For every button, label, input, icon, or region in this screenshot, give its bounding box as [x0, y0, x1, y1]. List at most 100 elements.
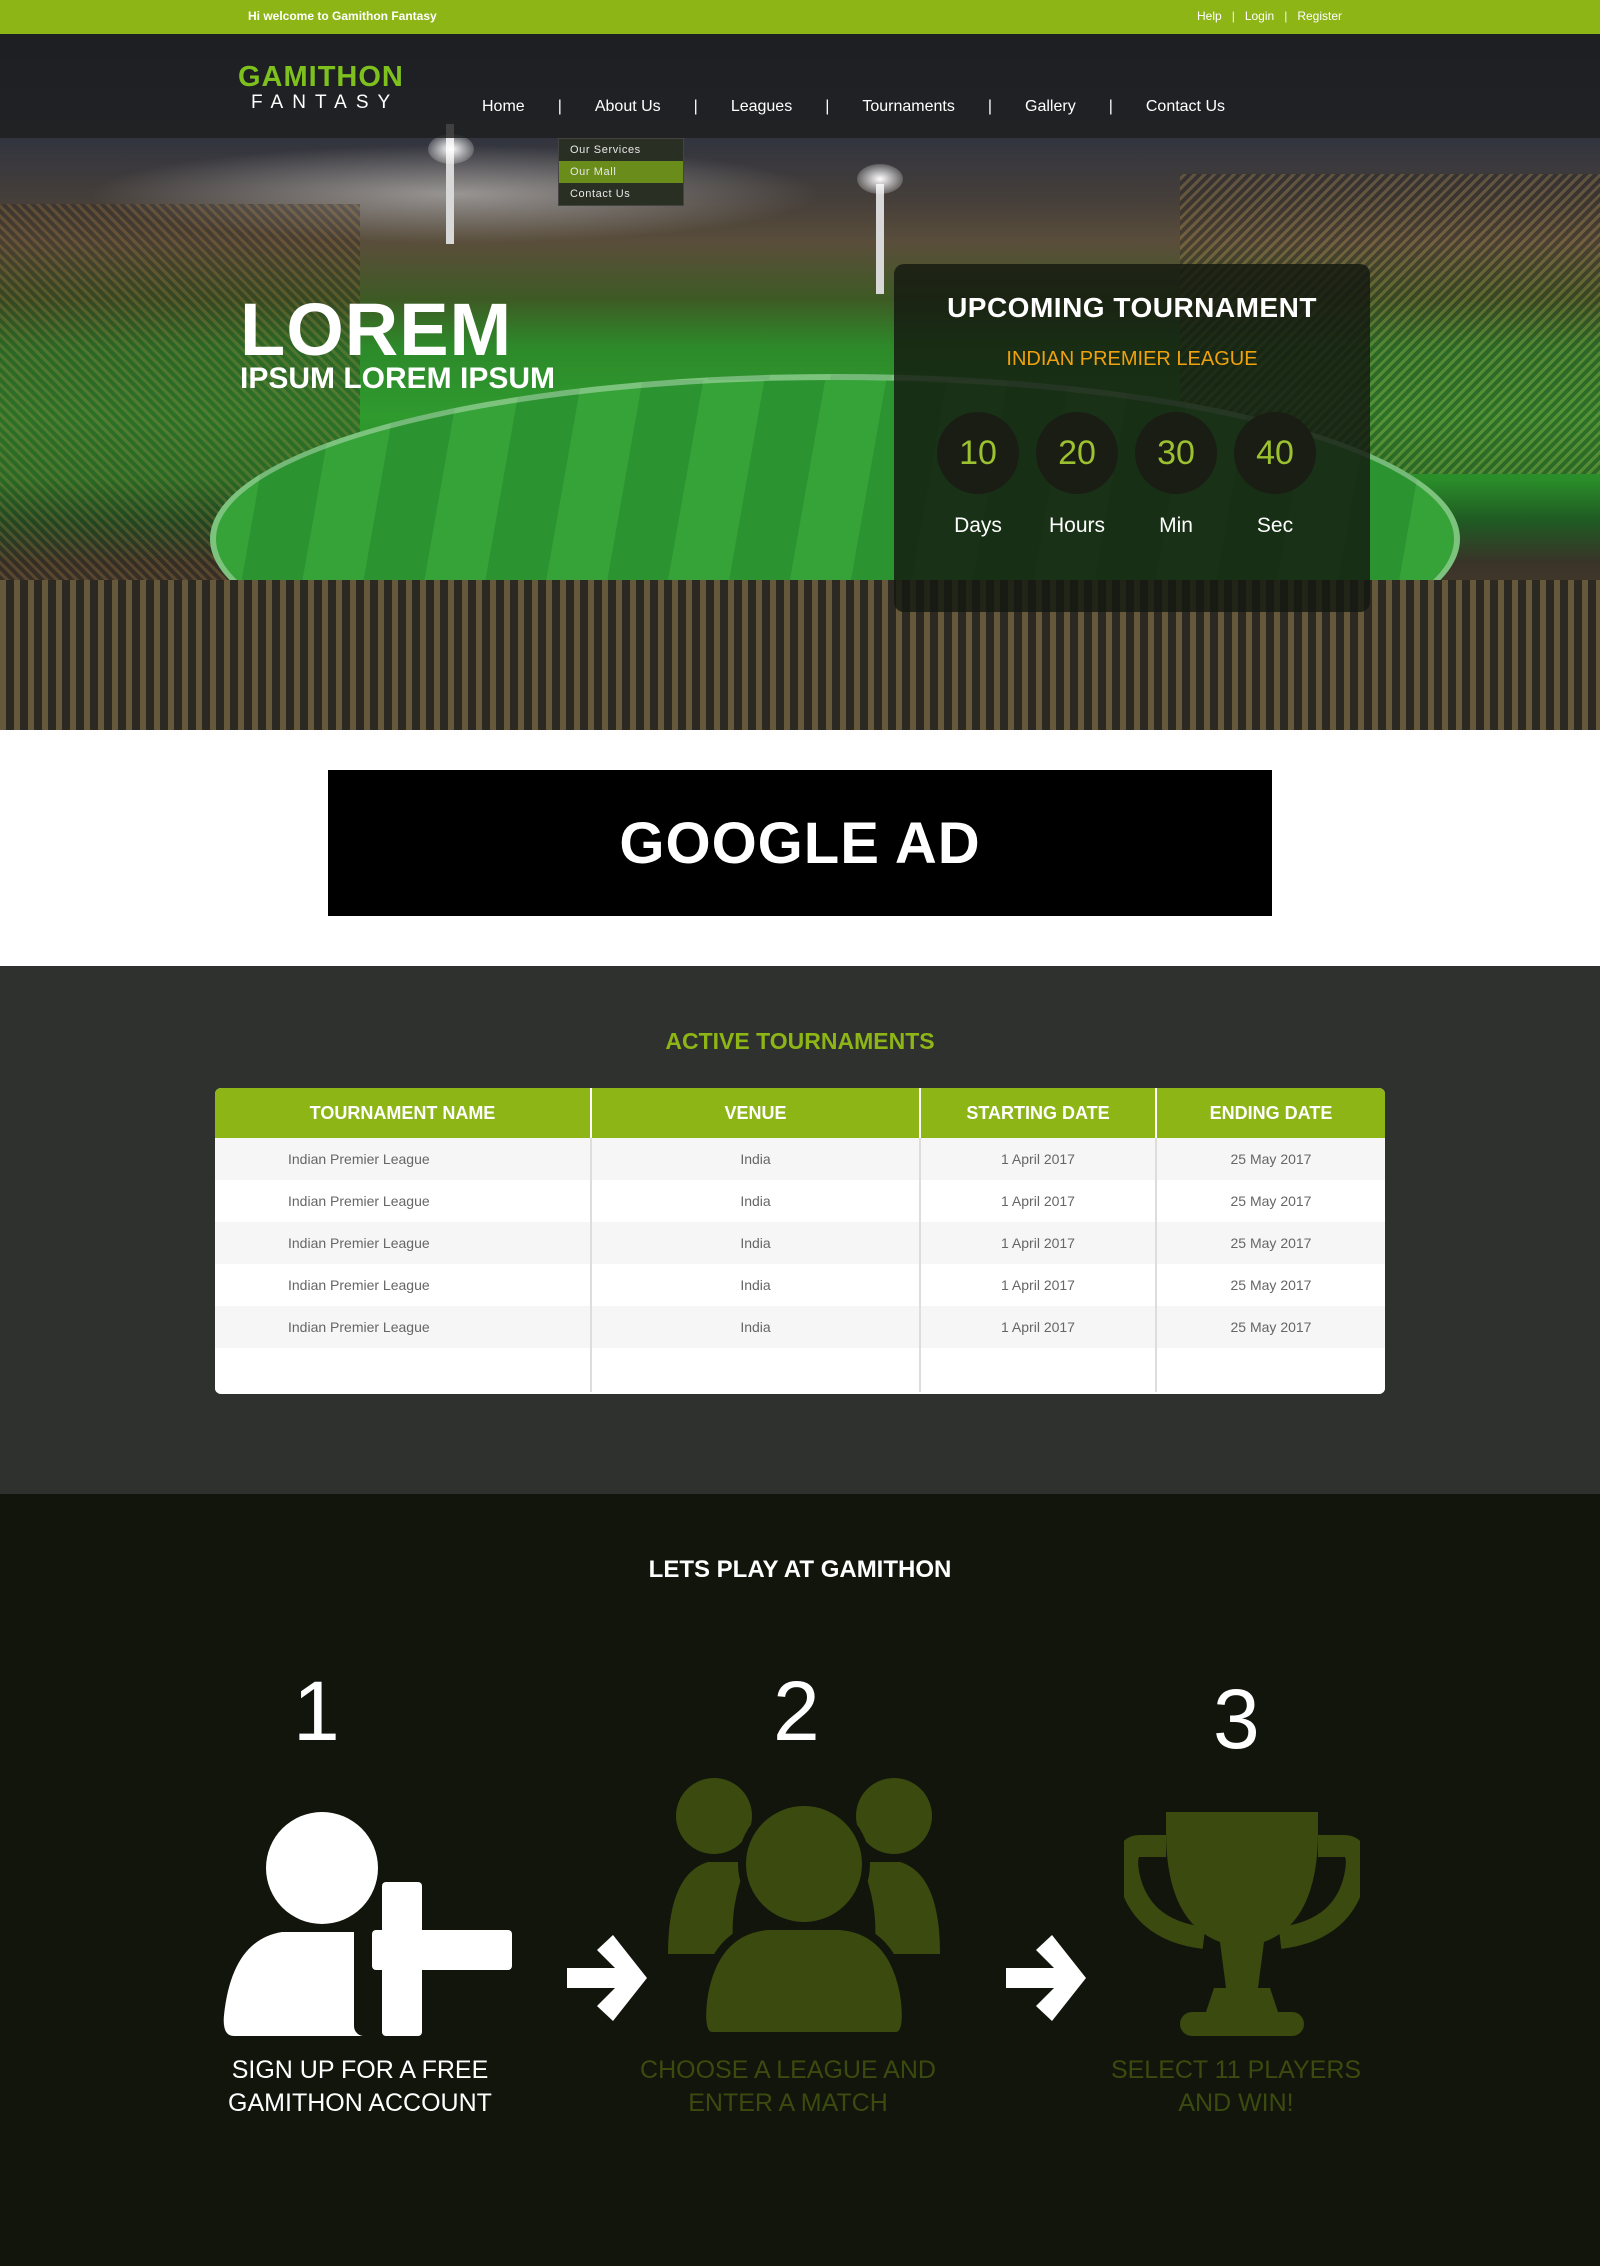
countdown-heading: UPCOMING TOURNAMENT	[947, 292, 1317, 323]
active-tournaments-section: ACTIVE TOURNAMENTS TOURNAMENT NAME VENUE…	[0, 966, 1600, 1494]
logo-wordmark: GAMITHON	[238, 61, 404, 93]
venue: India	[591, 1306, 921, 1348]
nav-contact[interactable]: Contact Us	[1146, 98, 1225, 116]
group-icon	[668, 1778, 940, 2036]
countdown-value: 30	[1135, 412, 1217, 494]
google-ad-banner[interactable]: GOOGLE AD	[328, 770, 1272, 916]
countdown-value: 10	[937, 412, 1019, 494]
separator: |	[1284, 9, 1288, 23]
empty-cell	[920, 1348, 1157, 1392]
dropdown-item-our-services[interactable]: Our Services	[559, 139, 683, 161]
end-date: 25 May 2017	[1156, 1138, 1385, 1180]
step-number: 2	[773, 1664, 820, 1758]
empty-cell	[1156, 1348, 1385, 1392]
start-date: 1 April 2017	[920, 1222, 1157, 1264]
ad-section: GOOGLE AD	[0, 730, 1600, 966]
register-link[interactable]: Register	[1297, 9, 1342, 23]
step-caption: SIGN UP FOR A FREE GAMITHON ACCOUNT	[228, 2056, 492, 2117]
tournament-name: Indian Premier League	[215, 1264, 592, 1306]
floodlight-tower	[876, 184, 884, 294]
table-row[interactable]: Indian Premier League India 1 April 2017…	[215, 1138, 1385, 1180]
nav-home[interactable]: Home	[482, 98, 525, 116]
table-row[interactable]: Indian Premier League India 1 April 2017…	[215, 1222, 1385, 1264]
dropdown-item-our-mall[interactable]: Our Mall	[559, 161, 683, 183]
start-date: 1 April 2017	[920, 1306, 1157, 1348]
top-links: Help | Login | Register	[1197, 9, 1342, 23]
arrow-right-icon	[1006, 1935, 1086, 2021]
start-date: 1 April 2017	[920, 1180, 1157, 1222]
tournament-name: Indian Premier League	[215, 1180, 592, 1222]
how-to-play-section: LETS PLAY AT GAMITHON 1 SIGN UP FOR A FR…	[0, 1494, 1600, 2266]
step-number: 1	[293, 1664, 340, 1758]
logo[interactable]: GAMITHON FANTASY	[238, 62, 438, 114]
venue: India	[591, 1264, 921, 1306]
countdown-seconds: 40 Sec	[1234, 412, 1316, 538]
empty-cell	[215, 1348, 592, 1392]
step-number: 3	[1213, 1672, 1260, 1766]
venue: India	[591, 1222, 921, 1264]
countdown-label: Hours	[1048, 514, 1106, 537]
tournament-name: Indian Premier League	[215, 1222, 592, 1264]
nav-separator: |	[557, 98, 562, 115]
countdown-days: 10 Days	[937, 412, 1019, 538]
nav-separator: |	[987, 98, 993, 115]
step-caption: SELECT 11 PLAYERS AND WIN!	[1110, 2056, 1362, 2117]
column-header[interactable]: VENUE	[591, 1088, 921, 1138]
end-date: 25 May 2017	[1230, 1193, 1312, 1209]
logo-subtitle: FANTASY	[251, 92, 400, 113]
hero-heading: LOREM IPSUM LOREM IPSUM	[240, 290, 555, 396]
nav-tournaments[interactable]: Tournaments	[862, 98, 955, 116]
countdown-label: Days	[954, 514, 1002, 537]
floodlight	[428, 134, 474, 164]
nav-separator: |	[693, 98, 698, 115]
countdown-minutes: 30 Min	[1135, 412, 1217, 538]
login-link[interactable]: Login	[1245, 9, 1274, 23]
tournament-name: Indian Premier League	[215, 1138, 592, 1180]
countdown-label: Sec	[1256, 514, 1294, 537]
nav-about[interactable]: About Us	[595, 98, 661, 116]
countdown-timer: 10 Days 20 Hours 30 Min 40 Sec	[937, 412, 1316, 538]
table-header-row: TOURNAMENT NAME VENUE STARTING DATE ENDI…	[215, 1088, 1385, 1138]
end-date: 25 May 2017	[1156, 1222, 1385, 1264]
end-date: 25 May 2017	[1156, 1306, 1385, 1348]
dropdown-item-contact-us[interactable]: Contact Us	[559, 183, 683, 205]
countdown-value: 40	[1234, 412, 1316, 494]
countdown-hours: 20 Hours	[1036, 412, 1118, 538]
about-dropdown-menu: Our Services Our Mall Contact Us	[558, 138, 684, 206]
upcoming-tournament-panel: UPCOMING TOURNAMENT INDIAN PREMIER LEAGU…	[894, 264, 1370, 612]
nav-gallery[interactable]: Gallery	[1025, 98, 1076, 116]
start-date: 1 April 2017	[920, 1138, 1157, 1180]
trophy-icon	[1124, 1812, 1360, 2036]
hero-subtitle: IPSUM LOREM IPSUM	[240, 362, 556, 395]
arrow-right-icon	[567, 1935, 647, 2021]
column-header[interactable]: STARTING DATE	[920, 1088, 1157, 1138]
nav-separator: |	[825, 98, 830, 115]
welcome-text: Hi welcome to Gamithon Fantasy	[248, 9, 437, 23]
countdown-league[interactable]: INDIAN PREMIER LEAGUE	[894, 348, 1370, 371]
start-date: 1 April 2017	[920, 1264, 1157, 1306]
table-row[interactable]: Indian Premier League India 1 April 2017…	[215, 1180, 1385, 1222]
nav-menu: Home | About Us | Leagues | Tournaments …	[482, 98, 1225, 116]
tournament-name: Indian Premier League	[215, 1306, 592, 1348]
tournaments-table: TOURNAMENT NAME VENUE STARTING DATE ENDI…	[215, 1088, 1385, 1394]
section-title: LETS PLAY AT GAMITHON	[648, 1556, 952, 1583]
column-header[interactable]: TOURNAMENT NAME	[215, 1088, 592, 1138]
main-navbar: GAMITHON FANTASY Home | About Us | Leagu…	[0, 34, 1600, 138]
venue: India	[591, 1138, 921, 1180]
countdown-value: 20	[1036, 412, 1118, 494]
countdown-label: Min	[1159, 514, 1193, 537]
venue: India	[591, 1180, 921, 1222]
nav-separator: |	[1108, 98, 1113, 115]
nav-leagues[interactable]: Leagues	[731, 98, 792, 116]
end-date: 25 May 2017	[1230, 1277, 1312, 1293]
table-row[interactable]: Indian Premier League India 1 April 2017…	[215, 1264, 1385, 1306]
floodlight	[857, 164, 903, 194]
help-link[interactable]: Help	[1197, 9, 1222, 23]
add-user-icon	[223, 1812, 512, 2036]
hero-title: LOREM	[240, 288, 513, 371]
column-header[interactable]: ENDING DATE	[1156, 1088, 1385, 1138]
table-row-empty	[215, 1348, 1385, 1392]
table-row[interactable]: Indian Premier League India 1 April 2017…	[215, 1306, 1385, 1348]
separator: |	[1231, 9, 1235, 23]
step-caption: CHOOSE A LEAGUE AND ENTER A MATCH	[640, 2056, 936, 2117]
